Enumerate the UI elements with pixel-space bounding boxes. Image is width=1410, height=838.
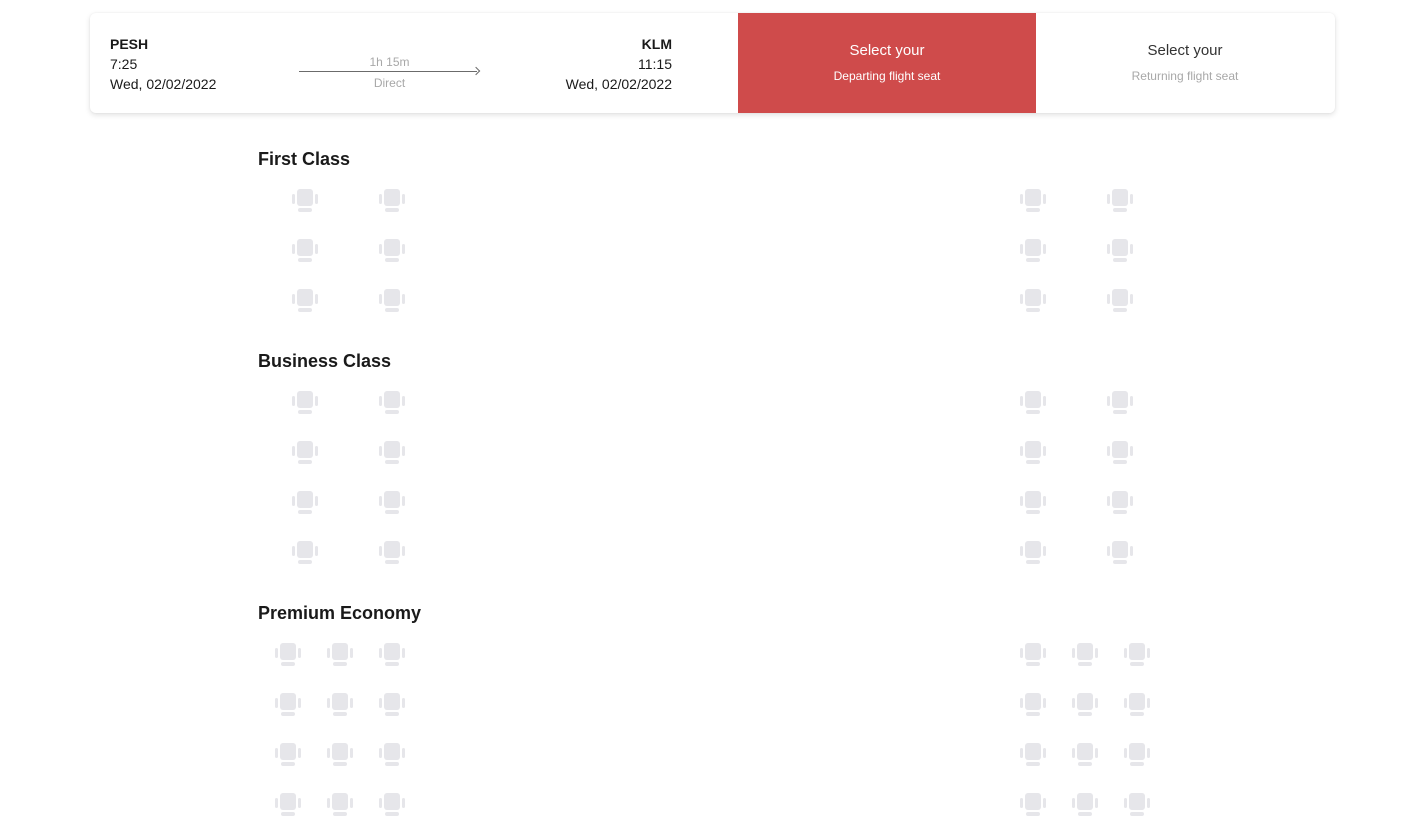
seat-icon[interactable] [377, 237, 407, 265]
seat-icon[interactable] [377, 439, 407, 467]
flight-summary-bar: PESH 7:25 Wed, 02/02/2022 1h 15m Direct … [90, 13, 1335, 113]
section-title: Business Class [258, 351, 392, 371]
arrival-code: KLM [641, 36, 672, 52]
seat-icon[interactable] [1105, 187, 1135, 215]
seat-icon[interactable] [290, 237, 320, 265]
departure-code: PESH [110, 36, 149, 52]
seat-icon[interactable] [273, 641, 303, 669]
tab-departing-line1: Select your [849, 42, 925, 59]
seat-icon[interactable] [1105, 539, 1135, 567]
flight-type: Direct [373, 76, 406, 90]
seat-icon[interactable] [1018, 187, 1048, 215]
seat-icon[interactable] [1105, 489, 1135, 517]
seat-icon[interactable] [1105, 389, 1135, 417]
seat-icon[interactable] [1070, 791, 1100, 819]
seat-icon[interactable] [377, 539, 407, 567]
seat-icon[interactable] [273, 741, 303, 769]
section-title: Premium Economy [258, 603, 422, 623]
seat-icon[interactable] [1105, 287, 1135, 315]
seat-icon[interactable] [1105, 237, 1135, 265]
departure-info: PESH 7:25 Wed, 02/02/2022 [110, 34, 216, 94]
seat-icon[interactable] [1018, 237, 1048, 265]
seat-icon[interactable] [290, 439, 320, 467]
seat-icon[interactable] [325, 641, 355, 669]
section-title: First Class [258, 149, 351, 169]
seat-icon[interactable] [377, 389, 407, 417]
seat-icon[interactable] [1018, 791, 1048, 819]
tab-returning-line2: Returning flight seat [1131, 69, 1239, 83]
seat-icon[interactable] [377, 741, 407, 769]
seat-icon[interactable] [1018, 489, 1048, 517]
seat-icon[interactable] [273, 791, 303, 819]
seat-icon[interactable] [1122, 691, 1152, 719]
seat-icon[interactable] [1122, 791, 1152, 819]
seat-icon[interactable] [1018, 741, 1048, 769]
route-line [299, 71, 477, 72]
tab-returning-flight-seat[interactable]: Select your Returning flight seat [1036, 13, 1334, 113]
seat-icon[interactable] [290, 389, 320, 417]
arrival-date: Wed, 02/02/2022 [565, 76, 672, 92]
seat-icon[interactable] [1018, 389, 1048, 417]
seat-icon[interactable] [377, 641, 407, 669]
seat-icon[interactable] [377, 691, 407, 719]
seat-icon[interactable] [1018, 691, 1048, 719]
seat-icon[interactable] [273, 691, 303, 719]
tab-returning-line1: Select your [1147, 42, 1223, 59]
seat-icon[interactable] [325, 791, 355, 819]
seat-icon[interactable] [1122, 641, 1152, 669]
seat-icon[interactable] [377, 187, 407, 215]
seat-icon[interactable] [377, 489, 407, 517]
seat-icon[interactable] [1122, 741, 1152, 769]
flight-duration: 1h 15m [369, 55, 410, 69]
seat-icon[interactable] [1018, 641, 1048, 669]
seat-icon[interactable] [1105, 439, 1135, 467]
seat-icon[interactable] [325, 691, 355, 719]
departure-time: 7:25 [110, 56, 138, 72]
seat-icon[interactable] [1018, 287, 1048, 315]
arrival-info: KLM 11:15 Wed, 02/02/2022 [566, 34, 672, 94]
seat-icon[interactable] [377, 287, 407, 315]
seat-icon[interactable] [290, 489, 320, 517]
arrival-time: 11:15 [638, 56, 672, 72]
tab-departing-line2: Departing flight seat [833, 69, 941, 83]
seat-icon[interactable] [290, 187, 320, 215]
seat-icon[interactable] [1018, 539, 1048, 567]
seat-icon[interactable] [290, 539, 320, 567]
seat-icon[interactable] [1070, 741, 1100, 769]
seat-icon[interactable] [1070, 691, 1100, 719]
seat-icon[interactable] [377, 791, 407, 819]
seat-icon[interactable] [325, 741, 355, 769]
seat-icon[interactable] [290, 287, 320, 315]
departure-date: Wed, 02/02/2022 [110, 76, 217, 92]
tab-departing-flight-seat[interactable]: Select your Departing flight seat [738, 13, 1036, 113]
seat-icon[interactable] [1018, 439, 1048, 467]
seat-icon[interactable] [1070, 641, 1100, 669]
